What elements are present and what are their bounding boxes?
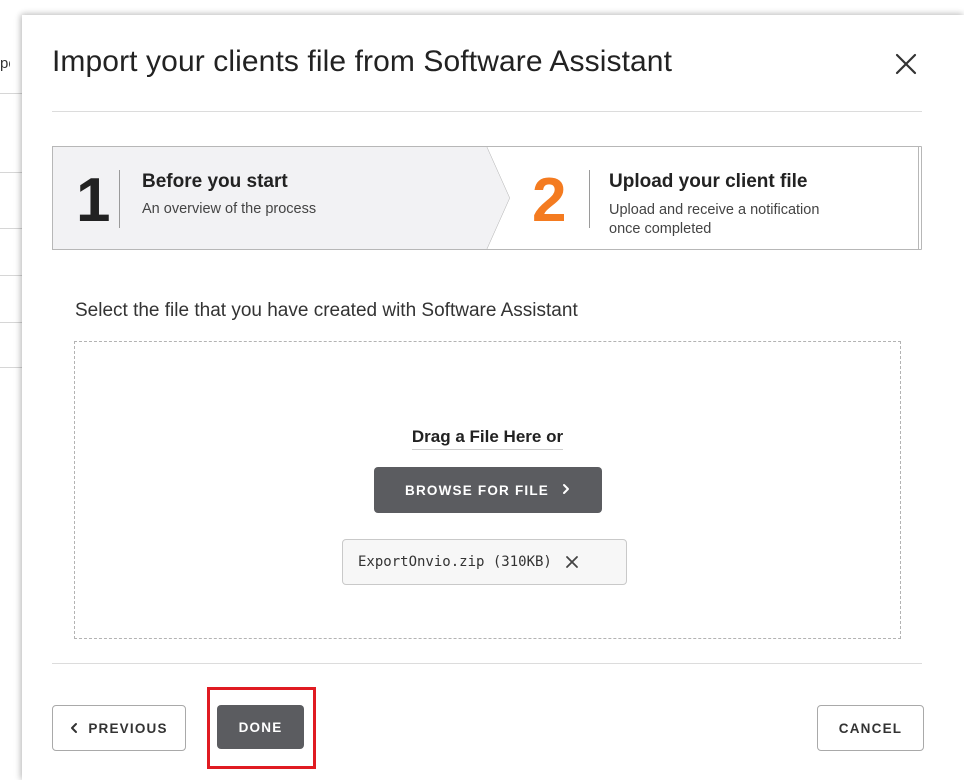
step-2-number: 2 — [532, 166, 567, 235]
header-divider — [52, 111, 922, 112]
close-icon — [895, 53, 917, 75]
drag-text: Drag a File Here or — [75, 427, 900, 450]
background-divider — [0, 322, 22, 323]
step-1-number: 1 — [76, 166, 111, 235]
browse-for-file-button[interactable]: BROWSE FOR FILE — [374, 467, 602, 513]
file-dropzone[interactable]: Drag a File Here or BROWSE FOR FILE Expo… — [74, 341, 901, 639]
dialog-title: Import your clients file from Software A… — [52, 45, 673, 78]
background-divider — [0, 228, 22, 229]
previous-button-label: PREVIOUS — [88, 720, 168, 736]
remove-file-button[interactable] — [562, 552, 582, 572]
import-dialog: Import your clients file from Software A… — [22, 15, 964, 780]
browse-button-label: BROWSE FOR FILE — [405, 482, 549, 498]
previous-button[interactable]: PREVIOUS — [52, 705, 186, 751]
chevron-left-icon — [70, 722, 78, 734]
footer-divider — [52, 663, 922, 664]
step-2-description-line-2: once completed — [609, 221, 712, 237]
stepper: 1 Before you start An overview of the pr… — [52, 146, 922, 250]
upload-instruction: Select the file that you have created wi… — [75, 300, 578, 321]
background-divider — [0, 275, 22, 276]
background-divider — [0, 172, 22, 173]
step-1-separator — [119, 170, 120, 228]
cancel-button[interactable]: CANCEL — [817, 705, 924, 751]
drag-text-label: Drag a File Here or — [411, 427, 564, 450]
close-button[interactable] — [890, 48, 922, 80]
background-divider — [0, 93, 22, 94]
background-partial-text: po — [0, 55, 10, 72]
selected-file-chip: ExportOnvio.zip (310KB) — [342, 539, 627, 585]
background-divider — [0, 367, 22, 368]
stepper-frame — [52, 146, 922, 250]
done-highlight-box — [207, 687, 316, 769]
step-2-separator — [589, 170, 590, 228]
cancel-button-label: CANCEL — [838, 720, 903, 736]
remove-icon — [565, 556, 578, 568]
step-1-description: An overview of the process — [142, 201, 317, 217]
step-2-title: Upload your client file — [609, 171, 808, 192]
step-1-title: Before you start — [142, 171, 288, 192]
file-name: ExportOnvio.zip (310KB) — [358, 554, 552, 570]
step-2-description-line-1: Upload and receive a notification — [609, 202, 820, 218]
chevron-right-icon — [561, 482, 571, 498]
